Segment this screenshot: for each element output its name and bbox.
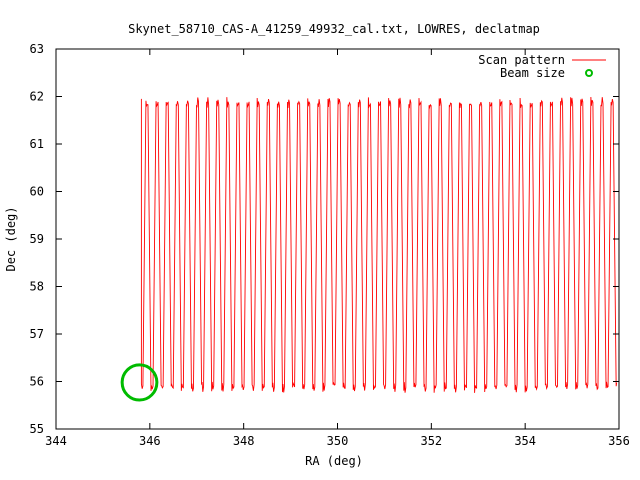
y-tick-label: 60 [30, 185, 44, 199]
x-tick-label: 354 [514, 434, 536, 448]
y-tick-label: 58 [30, 280, 44, 294]
x-tick-label: 344 [45, 434, 67, 448]
x-tick-label: 356 [608, 434, 630, 448]
y-tick-label: 55 [30, 422, 44, 436]
y-axis-label: Dec (deg) [4, 206, 18, 271]
y-tick-label: 63 [30, 42, 44, 56]
x-tick-label: 352 [420, 434, 442, 448]
x-axis-label: RA (deg) [305, 454, 363, 468]
y-tick-label: 62 [30, 90, 44, 104]
y-tick-label: 59 [30, 232, 44, 246]
x-tick-label: 346 [139, 434, 161, 448]
y-tick-label: 61 [30, 137, 44, 151]
chart: Skynet_58710_CAS-A_41259_49932_cal.txt, … [0, 0, 640, 480]
y-tick-label: 56 [30, 375, 44, 389]
legend-label-scan-pattern: Scan pattern [478, 53, 565, 67]
x-tick-label: 350 [327, 434, 349, 448]
legend-label-beam-size: Beam size [500, 66, 565, 80]
chart-title: Skynet_58710_CAS-A_41259_49932_cal.txt, … [128, 22, 540, 36]
y-tick-label: 57 [30, 327, 44, 341]
x-tick-label: 348 [233, 434, 255, 448]
